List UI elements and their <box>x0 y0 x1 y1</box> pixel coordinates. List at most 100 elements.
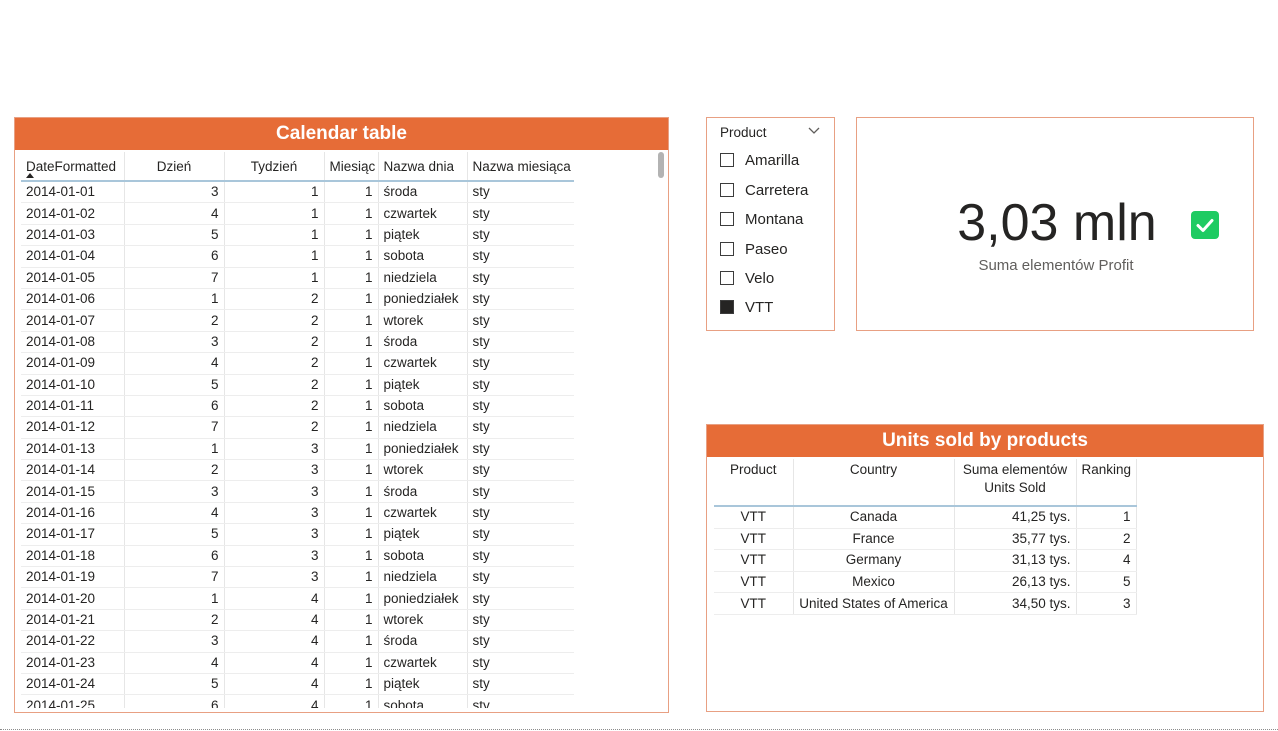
column-header-nazwa-dnia[interactable]: Nazwa dnia <box>378 152 468 182</box>
table-cell: 3 <box>224 438 325 461</box>
checkbox[interactable] <box>720 271 734 285</box>
slicer-item-velo[interactable]: Velo <box>720 267 774 289</box>
table-cell: 1 <box>324 331 379 354</box>
table-row[interactable]: 2014-01-01 3 1 1 środa sty <box>21 181 574 204</box>
table-cell: środa <box>378 181 468 204</box>
column-header-nazwa-miesiaca[interactable]: Nazwa miesiąca <box>467 152 574 182</box>
column-header-tydzien[interactable]: Tydzień <box>224 152 325 182</box>
table-cell: 2 <box>224 288 325 311</box>
table-cell: piątek <box>378 374 468 396</box>
table-cell: VTT <box>714 571 794 594</box>
calendar-table-visual: Calendar table DateFormatted Dzień Tydzi… <box>14 117 669 713</box>
table-row[interactable]: VTT United States of America 34,50 tys. 3 <box>714 592 1137 615</box>
table-cell: 4 <box>224 587 325 610</box>
slicer-header: Product <box>720 125 767 140</box>
table-cell: 3 <box>224 502 325 525</box>
column-header-miesiac[interactable]: Miesiąc <box>324 152 379 182</box>
table-row[interactable]: 2014-01-13 1 3 1 poniedziałek sty <box>21 438 574 461</box>
slicer-item-carretera[interactable]: Carretera <box>720 179 808 201</box>
table-cell: 6 <box>124 245 225 268</box>
table-cell: 1 <box>324 309 379 332</box>
table-cell: 2 <box>124 459 225 482</box>
table-row[interactable]: 2014-01-09 4 2 1 czwartek sty <box>21 352 574 375</box>
checkbox[interactable] <box>720 242 734 256</box>
table-row[interactable]: 2014-01-20 1 4 1 poniedziałek sty <box>21 587 574 610</box>
table-cell: czwartek <box>378 652 468 674</box>
table-cell: 3 <box>224 480 325 503</box>
table-row[interactable]: 2014-01-06 1 2 1 poniedziałek sty <box>21 288 574 311</box>
table-row[interactable]: 2014-01-25 6 4 1 sobota sty <box>21 694 574 708</box>
table-cell: sty <box>467 652 574 674</box>
slicer-item-vtt[interactable]: VTT <box>720 296 773 318</box>
table-cell: 1 <box>324 502 379 525</box>
table-row[interactable]: 2014-01-22 3 4 1 środa sty <box>21 630 574 653</box>
units-sold-visual: Units sold by products Product Country S… <box>706 424 1264 712</box>
table-row[interactable]: 2014-01-21 2 4 1 wtorek sty <box>21 609 574 632</box>
table-cell: 6 <box>124 395 225 418</box>
table-cell: France <box>793 528 955 551</box>
table-cell: 5 <box>124 224 225 247</box>
calendar-scrollbar[interactable] <box>658 152 664 708</box>
table-cell: 2 <box>224 309 325 332</box>
table-row[interactable]: 2014-01-05 7 1 1 niedziela sty <box>21 267 574 289</box>
units-sold-table: Product Country Suma elementów Units Sol… <box>714 459 1137 615</box>
checkbox[interactable] <box>720 212 734 226</box>
table-cell: 1 <box>324 523 379 546</box>
table-row[interactable]: VTT France 35,77 tys. 2 <box>714 528 1137 551</box>
column-header-units-sold[interactable]: Suma elementów Units Sold <box>954 459 1077 507</box>
table-cell: 1 <box>324 245 379 268</box>
checkbox[interactable] <box>720 183 734 197</box>
table-cell: 7 <box>124 267 225 289</box>
table-cell: sty <box>467 202 574 225</box>
table-cell: 1 <box>324 374 379 396</box>
table-row[interactable]: VTT Germany 31,13 tys. 4 <box>714 549 1137 572</box>
column-header-ranking[interactable]: Ranking <box>1076 459 1137 507</box>
table-cell: 2014-01-01 <box>21 181 125 204</box>
table-cell: 2 <box>124 309 225 332</box>
checkbox[interactable] <box>720 300 734 314</box>
table-cell: 5 <box>124 673 225 696</box>
table-cell: 4 <box>124 202 225 225</box>
table-cell: 2014-01-12 <box>21 416 125 439</box>
table-cell: wtorek <box>378 609 468 632</box>
table-cell: 1 <box>224 181 325 204</box>
table-row[interactable]: 2014-01-19 7 3 1 niedziela sty <box>21 566 574 589</box>
table-row[interactable]: 2014-01-10 5 2 1 piątek sty <box>21 374 574 396</box>
table-row[interactable]: 2014-01-16 4 3 1 czwartek sty <box>21 502 574 525</box>
calendar-table: DateFormatted Dzień Tydzień Miesiąc Nazw… <box>21 152 574 708</box>
table-cell: poniedziałek <box>378 288 468 311</box>
table-row[interactable]: 2014-01-23 4 4 1 czwartek sty <box>21 652 574 674</box>
table-row[interactable]: VTT Mexico 26,13 tys. 5 <box>714 571 1137 594</box>
table-cell: sty <box>467 267 574 289</box>
table-row[interactable]: 2014-01-04 6 1 1 sobota sty <box>21 245 574 268</box>
table-row[interactable]: 2014-01-03 5 1 1 piątek sty <box>21 224 574 247</box>
table-row[interactable]: 2014-01-24 5 4 1 piątek sty <box>21 673 574 696</box>
table-cell: 2014-01-10 <box>21 374 125 396</box>
calendar-scroll-thumb[interactable] <box>658 152 664 178</box>
table-cell: VTT <box>714 549 794 572</box>
table-cell: sobota <box>378 545 468 568</box>
column-header-product[interactable]: Product <box>714 459 794 507</box>
column-header-country[interactable]: Country <box>793 459 955 507</box>
slicer-item-montana[interactable]: Montana <box>720 208 803 230</box>
table-row[interactable]: 2014-01-18 6 3 1 sobota sty <box>21 545 574 568</box>
table-row[interactable]: 2014-01-07 2 2 1 wtorek sty <box>21 309 574 332</box>
slicer-item-amarilla[interactable]: Amarilla <box>720 149 799 171</box>
column-header-dzien[interactable]: Dzień <box>124 152 225 182</box>
table-row[interactable]: 2014-01-15 3 3 1 środa sty <box>21 480 574 503</box>
table-row[interactable]: 2014-01-14 2 3 1 wtorek sty <box>21 459 574 482</box>
column-header-dateformatted[interactable]: DateFormatted <box>21 152 125 182</box>
table-cell: 2014-01-23 <box>21 652 125 674</box>
chevron-down-icon[interactable] <box>807 124 821 138</box>
slicer-item-paseo[interactable]: Paseo <box>720 238 788 260</box>
table-row[interactable]: VTT Canada 41,25 tys. 1 <box>714 506 1137 529</box>
table-row[interactable]: 2014-01-11 6 2 1 sobota sty <box>21 395 574 418</box>
checkbox[interactable] <box>720 153 734 167</box>
table-cell: 1 <box>324 224 379 247</box>
table-row[interactable]: 2014-01-17 5 3 1 piątek sty <box>21 523 574 546</box>
table-row[interactable]: 2014-01-12 7 2 1 niedziela sty <box>21 416 574 439</box>
table-cell: 1 <box>224 202 325 225</box>
table-cell: 2014-01-21 <box>21 609 125 632</box>
table-row[interactable]: 2014-01-08 3 2 1 środa sty <box>21 331 574 354</box>
table-row[interactable]: 2014-01-02 4 1 1 czwartek sty <box>21 202 574 225</box>
